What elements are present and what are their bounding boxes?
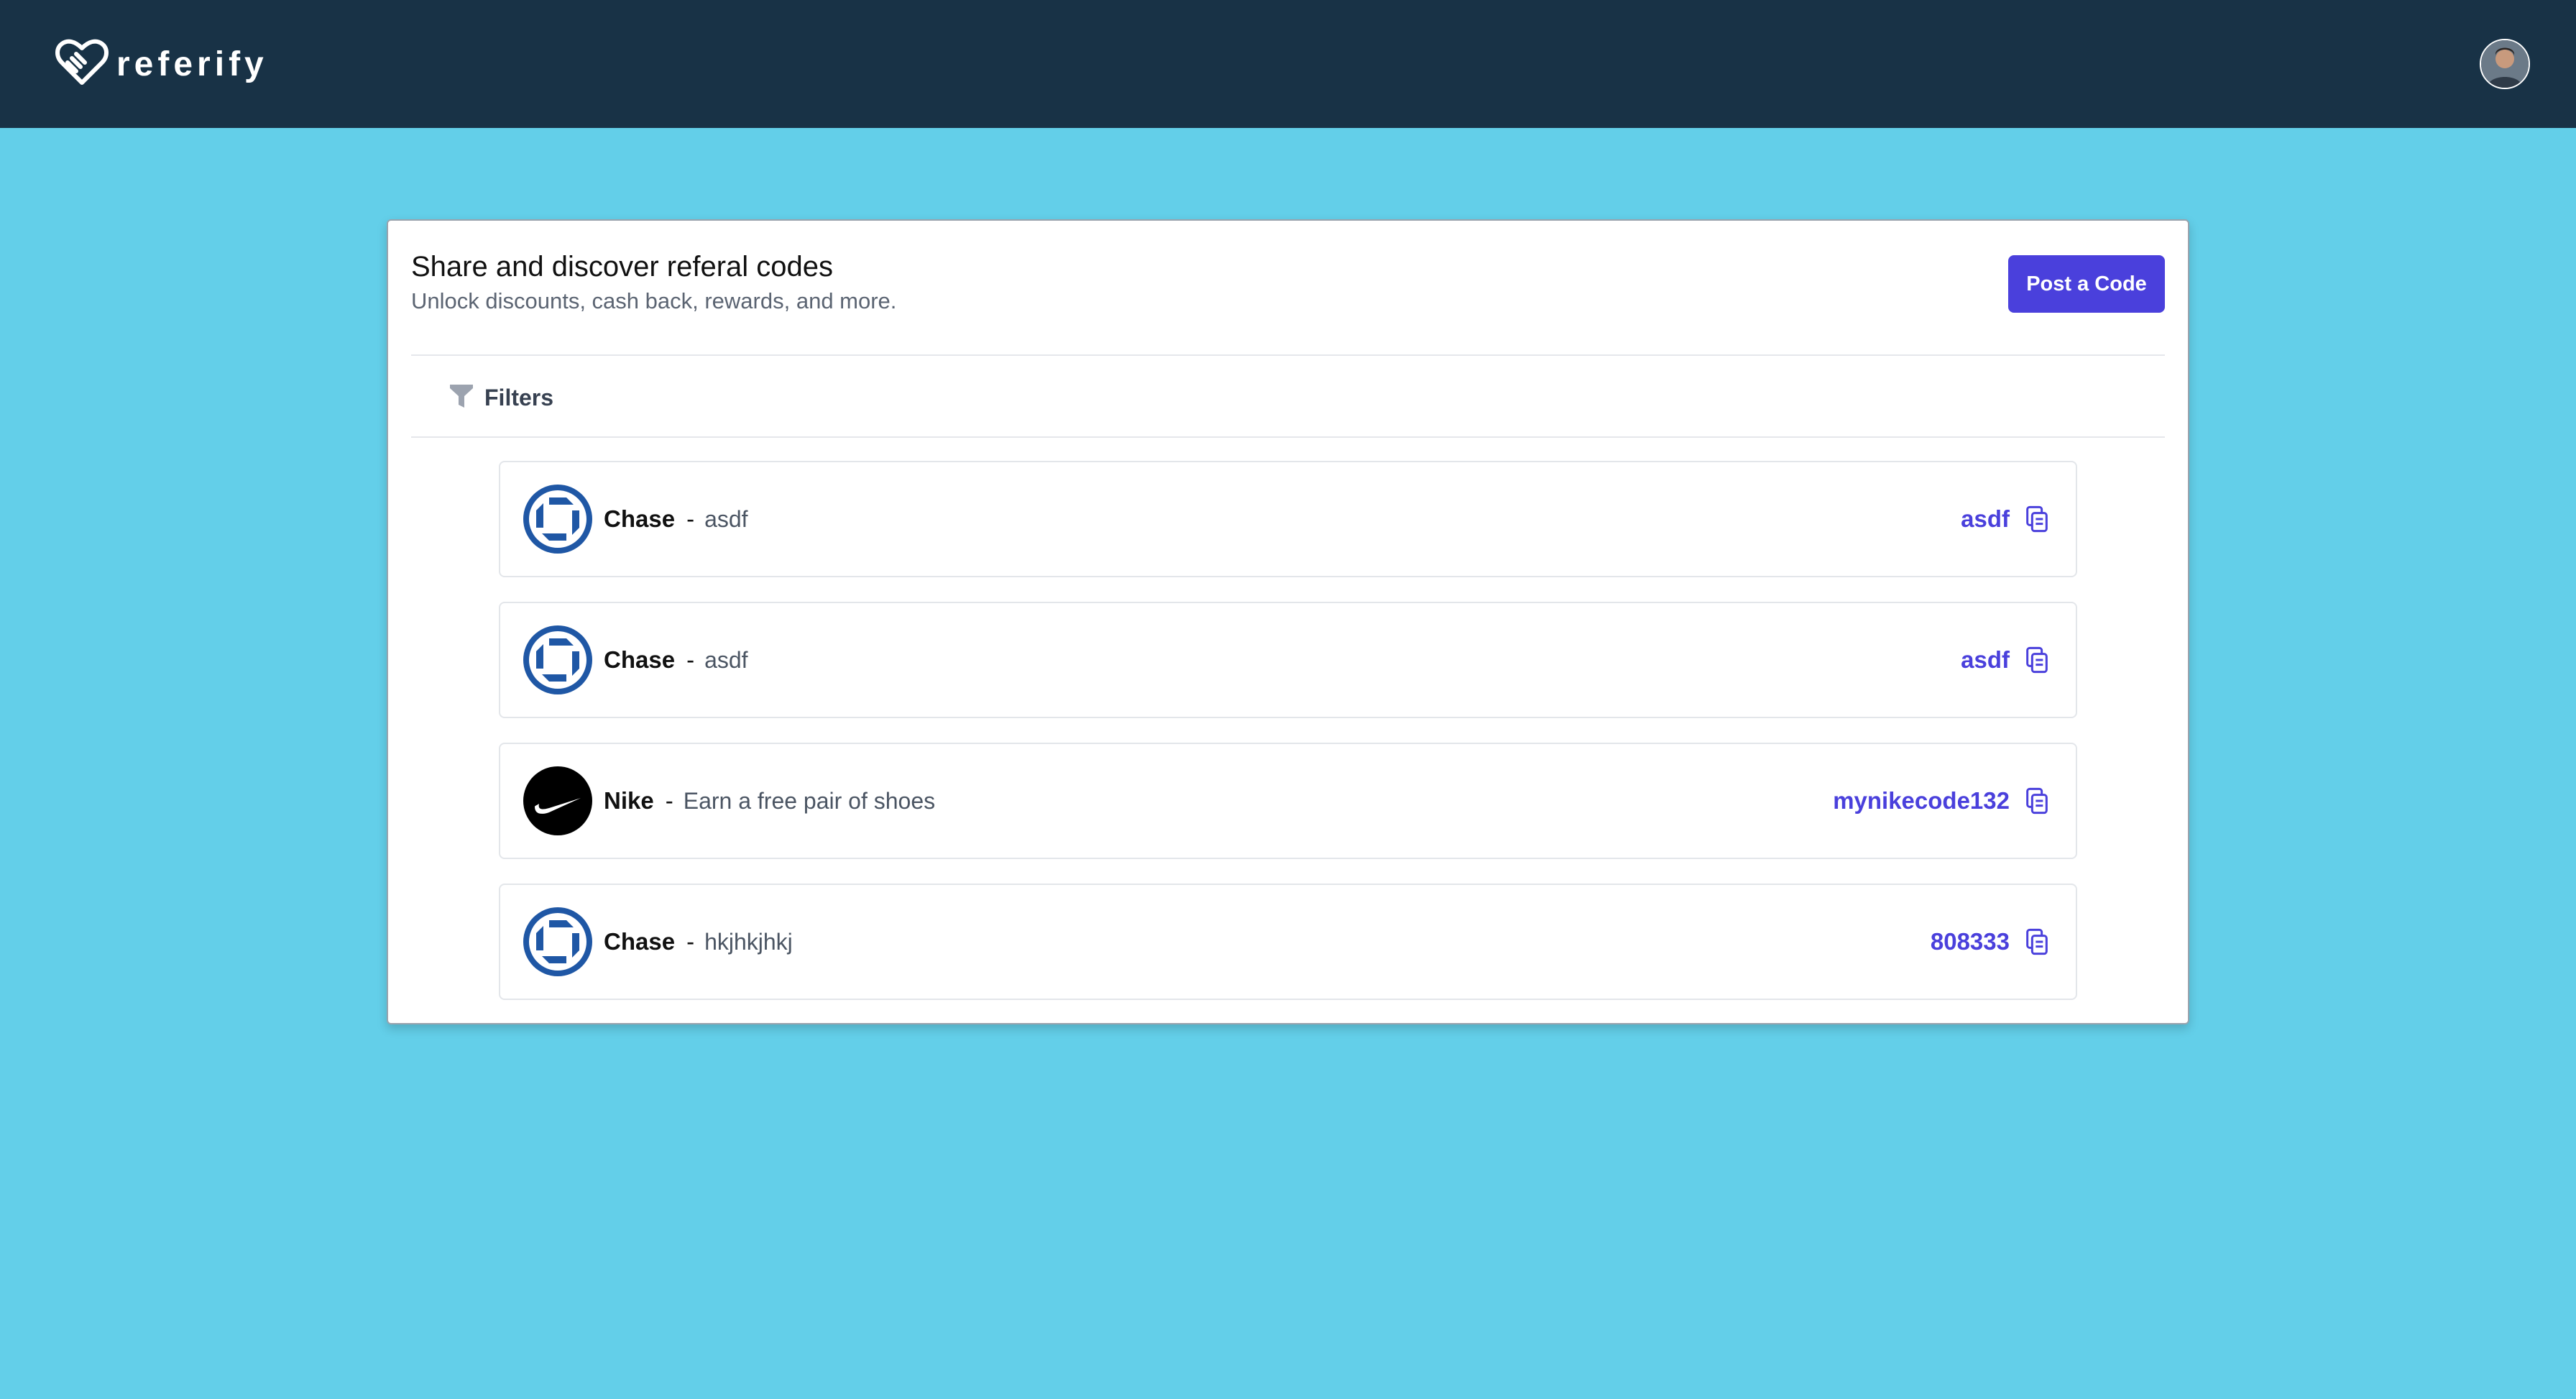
referral-description: hkjhkjhkj — [704, 928, 793, 955]
referral-description: Earn a free pair of shoes — [683, 787, 936, 814]
header-divider — [411, 354, 2165, 356]
copy-icon[interactable] — [2023, 505, 2051, 533]
filters-divider — [411, 436, 2165, 438]
separator: - — [665, 787, 673, 814]
copy-icon[interactable] — [2023, 646, 2051, 674]
card-header: Share and discover referal codes Unlock … — [411, 249, 2165, 321]
company-name: Chase — [604, 928, 676, 955]
nike-logo-icon — [523, 766, 592, 835]
page-title: Share and discover referal codes — [411, 251, 833, 283]
referral-code[interactable]: asdf — [1961, 505, 2010, 533]
brand-logo-link[interactable]: referify — [53, 34, 268, 95]
referral-code[interactable]: asdf — [1961, 646, 2010, 674]
top-navbar: referify — [0, 0, 2576, 128]
post-code-button[interactable]: Post a Code — [2008, 255, 2165, 313]
filters-label: Filters — [484, 385, 554, 410]
company-name: Chase — [604, 505, 676, 532]
separator: - — [686, 505, 695, 532]
page-subtitle: Unlock discounts, cash back, rewards, an… — [411, 288, 897, 313]
separator: - — [686, 646, 695, 673]
copy-icon[interactable] — [2023, 786, 2051, 815]
user-avatar[interactable] — [2480, 39, 2530, 89]
referral-description: asdf — [704, 505, 748, 532]
copy-icon[interactable] — [2023, 927, 2051, 956]
handshake-heart-icon — [53, 34, 111, 95]
referral-list: Chase - asdf asdf Chase - asdf asdf Nike… — [499, 461, 2077, 1024]
referral-codes-card: Share and discover referal codes Unlock … — [387, 219, 2189, 1024]
referral-description: asdf — [704, 646, 748, 673]
company-name: Nike — [604, 787, 654, 814]
company-name: Chase — [604, 646, 676, 673]
chase-logo-icon — [523, 485, 592, 554]
referral-item[interactable]: Chase - asdf asdf — [499, 461, 2077, 577]
filter-funnel-icon — [448, 382, 474, 414]
referral-code[interactable]: mynikecode132 — [1833, 787, 2010, 815]
referral-item[interactable]: Nike - Earn a free pair of shoes mynikec… — [499, 743, 2077, 859]
chase-logo-icon — [523, 907, 592, 976]
referral-item[interactable]: Chase - hkjhkjhkj 808333 — [499, 884, 2077, 1000]
chase-logo-icon — [523, 625, 592, 694]
referral-code[interactable]: 808333 — [1931, 928, 2010, 955]
brand-name: referify — [116, 45, 268, 83]
referral-item[interactable]: Chase - asdf asdf — [499, 602, 2077, 718]
filters-toggle[interactable]: Filters — [448, 382, 553, 414]
separator: - — [686, 928, 695, 955]
